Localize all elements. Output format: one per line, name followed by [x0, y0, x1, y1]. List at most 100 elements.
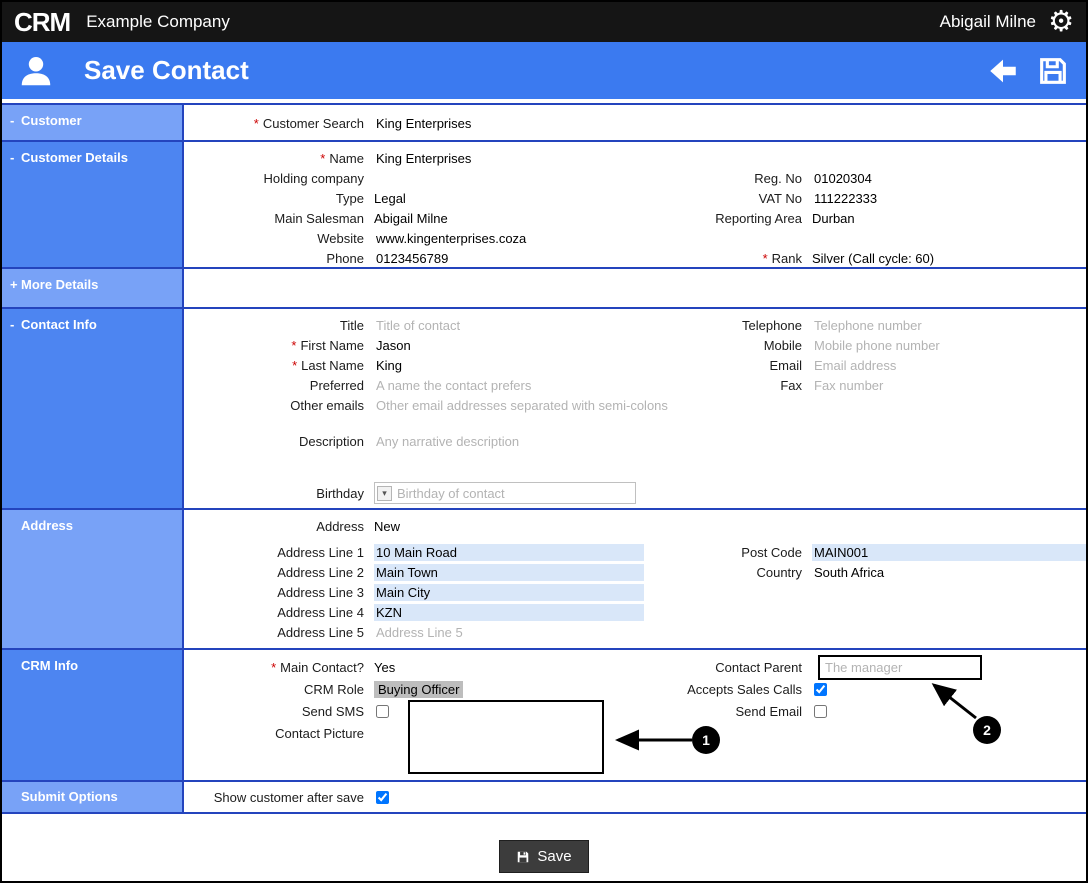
- label-text: Customer Search: [262, 115, 364, 131]
- phone-label: Phone: [326, 250, 364, 266]
- sidebar-item-customer-details[interactable]: - Customer Details: [2, 142, 184, 267]
- label-text: First Name: [300, 337, 364, 353]
- settings-gear-icon[interactable]: ⚙: [1048, 7, 1074, 37]
- address-line1-label: Address Line 1: [277, 544, 364, 560]
- last-name-input[interactable]: [374, 357, 644, 373]
- last-name-row: *Last Name Email: [184, 355, 1086, 375]
- title-row: Title Telephone: [184, 315, 1086, 335]
- required-marker: *: [762, 250, 768, 266]
- address-type-row: Address New: [184, 516, 1086, 536]
- sidebar-item-label: Submit Options: [21, 789, 118, 804]
- email-input[interactable]: [812, 357, 1086, 373]
- back-arrow-icon[interactable]: [986, 54, 1020, 88]
- section-more-details: + More Details: [2, 267, 1086, 307]
- country-value[interactable]: South Africa: [812, 565, 884, 580]
- address-line1-input[interactable]: [374, 543, 644, 561]
- title-input[interactable]: [374, 317, 644, 333]
- expand-toggle-icon[interactable]: +: [10, 277, 21, 292]
- address-line5-row: Address Line 5: [184, 622, 1086, 642]
- birthday-picker[interactable]: ▾: [374, 482, 636, 504]
- save-disk-icon[interactable]: [1036, 54, 1070, 88]
- rank-label: * Rank: [644, 251, 812, 266]
- show-customer-row: Show customer after save: [184, 787, 1086, 807]
- crm-logo: CRM: [14, 6, 71, 37]
- description-row: Description: [184, 431, 1086, 451]
- save-button[interactable]: Save: [499, 840, 589, 873]
- sidebar-item-contact-info[interactable]: - Contact Info: [2, 309, 184, 508]
- rank-value[interactable]: Silver (Call cycle: 60): [812, 251, 934, 266]
- sidebar-item-submit-options[interactable]: Submit Options: [2, 782, 184, 812]
- section-submit-options: Submit Options Show customer after save: [2, 780, 1086, 812]
- phone-input[interactable]: [374, 250, 644, 266]
- crm-role-label: CRM Role: [304, 681, 364, 697]
- holding-company-input[interactable]: [374, 170, 644, 186]
- sidebar-item-label: CRM Info: [21, 658, 79, 673]
- salesman-label: Main Salesman: [274, 210, 364, 226]
- other-emails-input[interactable]: [374, 397, 1086, 413]
- company-name: Example Company: [86, 12, 230, 31]
- sidebar-item-label: Customer: [21, 113, 82, 128]
- address-line4-input[interactable]: [374, 603, 644, 621]
- customer-search-label: * Customer Search: [184, 116, 374, 131]
- contact-parent-label: Contact Parent: [715, 659, 802, 675]
- main-contact-value[interactable]: Yes: [374, 660, 395, 675]
- sidebar-item-address[interactable]: Address: [2, 510, 184, 648]
- description-input[interactable]: [374, 433, 1086, 449]
- address-line1-row: Address Line 1 Post Code: [184, 542, 1086, 562]
- crm-role-value[interactable]: Buying Officer: [374, 680, 464, 698]
- reporting-area-value[interactable]: Durban: [812, 211, 855, 226]
- label-text: Last Name: [301, 357, 364, 373]
- required-marker: *: [253, 115, 259, 131]
- sidebar-item-more-details[interactable]: + More Details: [2, 269, 184, 307]
- birthday-row: Birthday ▾: [184, 481, 1086, 505]
- dropdown-arrow-icon[interactable]: ▾: [377, 485, 392, 501]
- contact-picture-row: Contact Picture: [184, 722, 1086, 744]
- show-customer-after-save-checkbox[interactable]: [376, 790, 389, 804]
- regno-label: Reg. No: [754, 170, 802, 186]
- name-label: * Name: [184, 151, 374, 166]
- section-address: Address Address New Address Line 1 Post …: [2, 508, 1086, 648]
- collapse-toggle-icon[interactable]: -: [10, 113, 21, 128]
- send-sms-label: Send SMS: [301, 703, 364, 719]
- send-sms-checkbox[interactable]: [376, 704, 389, 718]
- send-email-checkbox[interactable]: [814, 704, 827, 718]
- crm-role-row: CRM Role Buying Officer Accepts Sales Ca…: [184, 678, 1086, 700]
- contact-parent-input[interactable]: [818, 654, 982, 680]
- mobile-input[interactable]: [812, 337, 1086, 353]
- preferred-label: Preferred: [309, 377, 364, 393]
- save-icon: [518, 851, 529, 862]
- website-input[interactable]: [374, 230, 1086, 246]
- contact-picture-dropzone[interactable]: [408, 700, 604, 774]
- send-email-label: Send Email: [735, 703, 802, 719]
- required-marker: *: [292, 357, 298, 373]
- sidebar-item-customer[interactable]: - Customer: [2, 105, 184, 140]
- page-header: Save Contact: [2, 42, 1086, 99]
- preferred-row: Preferred Fax: [184, 375, 1086, 395]
- postcode-input[interactable]: [812, 543, 1086, 561]
- customer-search-input[interactable]: [374, 115, 1086, 131]
- collapse-toggle-icon[interactable]: -: [10, 150, 21, 165]
- salesman-value[interactable]: Abigail Milne: [374, 211, 448, 226]
- type-value[interactable]: Legal: [374, 191, 406, 206]
- first-name-input[interactable]: [374, 337, 644, 353]
- telephone-input[interactable]: [812, 317, 1086, 333]
- address-line5-input[interactable]: [374, 624, 644, 640]
- address-line2-input[interactable]: [374, 563, 644, 581]
- name-input[interactable]: [374, 150, 644, 166]
- collapse-toggle-icon[interactable]: -: [10, 317, 21, 332]
- name-row: * Name: [184, 148, 1086, 168]
- fax-input[interactable]: [812, 377, 1086, 393]
- preferred-input[interactable]: [374, 377, 644, 393]
- accepts-sales-calls-checkbox[interactable]: [814, 682, 827, 696]
- address-label: Address: [316, 518, 364, 534]
- regno-input[interactable]: [812, 170, 1086, 186]
- label-text: Name: [329, 150, 364, 166]
- vat-input[interactable]: [812, 190, 1086, 206]
- address-type-value[interactable]: New: [374, 519, 400, 534]
- address-line2-row: Address Line 2 Country South Africa: [184, 562, 1086, 582]
- annotation-badge-1: 1: [692, 726, 720, 754]
- birthday-input[interactable]: [395, 485, 633, 501]
- label-text: Main Contact?: [280, 659, 364, 675]
- sidebar-item-crm-info[interactable]: CRM Info: [2, 650, 184, 780]
- address-line3-input[interactable]: [374, 583, 644, 601]
